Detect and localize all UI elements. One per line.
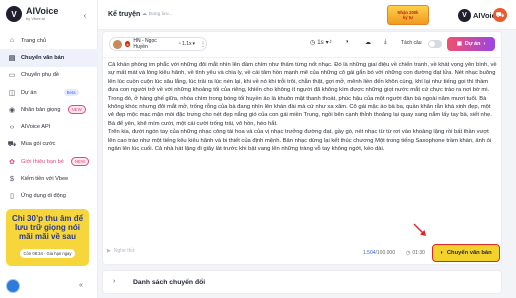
gift-banner[interactable]: Nhận 200k ký tự — [387, 5, 429, 25]
promo-title: Chỉ 30’p thu âm để lưu trữ giọng nói mãi… — [11, 214, 84, 242]
pause-value: 1s — [317, 39, 324, 46]
sidebar-nav: ⌂ Trang chủ ▤ Chuyển văn bản ▭ Chuyển ph… — [0, 32, 98, 205]
sidebar-item-label: Trang chủ — [21, 37, 46, 44]
sidebar-item-earn[interactable]: $ Kiếm tiền với Vbee — [0, 170, 98, 187]
listen-label: Nghe thử — [113, 248, 135, 254]
page-title: Kể truyện — [108, 11, 141, 18]
gift-icon: ✿ — [9, 158, 15, 166]
sidebar-item-voice-clone[interactable]: ◉ Nhân bản giọng NEW — [0, 101, 98, 118]
money-icon: $ — [10, 175, 14, 183]
collapse-sidebar-icon[interactable]: « — [79, 282, 83, 289]
aivoice-logo-icon: V — [458, 9, 471, 22]
topbar: Kể truyện ☁ Đang lưu... Nhận 200k ký tự … — [98, 0, 516, 30]
duration: ◷ 01:30 — [406, 250, 425, 256]
editor-content[interactable]: Cả khán phòng im phắc với những đôi mắt … — [108, 61, 498, 153]
play-icon: ▶ — [107, 248, 111, 254]
new-badge: NEW — [70, 157, 90, 167]
brand-subtitle: by Vbee.ai — [26, 16, 45, 21]
chevron-right-icon: › — [483, 41, 486, 47]
gift-banner-line2: ký tự — [402, 15, 414, 20]
clock-icon: ◷ — [406, 250, 411, 256]
history-title: Danh sách chuyển đổi — [133, 279, 206, 286]
duration-value: 01:30 — [412, 250, 425, 256]
aivoice-logo-icon: V — [6, 6, 22, 22]
speed-value: 1.1x — [182, 41, 192, 47]
sidebar-item-referral[interactable]: ✿ Giới thiệu bạn bè NEW — [0, 153, 98, 170]
project-button[interactable]: ▣ Dự án › — [447, 37, 495, 51]
sidebar: V AIVoice by Vbee.ai ‹ ⌂ Trang chủ ▤ Chu… — [0, 0, 98, 298]
api-icon: ‹› — [9, 123, 15, 131]
sidebar-item-project[interactable]: ◫ Dự án Beta — [0, 84, 98, 101]
sound-effect-icon[interactable]: ♪ — [329, 39, 332, 45]
editor-footer: ▶ Nghe thử 1.504/100.000 ◷ 01:30 ◐ Chuyể… — [103, 242, 501, 264]
paragraph: Cả khán phòng im phắc với những đôi mắt … — [108, 62, 497, 94]
contrast-icon[interactable]: ◑ — [345, 39, 349, 45]
brand-name: AIVoice — [26, 6, 59, 16]
voice-clone-icon: ◉ — [8, 106, 16, 114]
split-sentence-toggle[interactable] — [428, 40, 442, 48]
convert-button-label: Chuyển văn bản — [446, 250, 492, 256]
listen-button[interactable]: ▶ Nghe thử — [107, 248, 135, 254]
vietnam-flag-icon: ★ — [124, 41, 131, 47]
speed-icon: ◔ — [178, 41, 182, 47]
sidebar-item-label: Ứng dụng di động — [21, 193, 66, 200]
character-count: 1.504/100.000 — [363, 250, 395, 256]
project-button-label: Dự án — [464, 41, 481, 47]
paragraph: Trong đó, ở hàng ghế giữa, nhòa chìm tro… — [108, 95, 492, 127]
sidebar-item-label: Chuyển văn bản — [21, 54, 65, 61]
subtitle-icon: ▭ — [8, 72, 16, 80]
conversion-history[interactable]: › Danh sách chuyển đổi — [102, 270, 502, 294]
brand-logo[interactable]: V AIVoice by Vbee.ai — [6, 6, 58, 22]
voice-clone-promo[interactable]: Chỉ 30’p thu âm để lưu trữ giọng nói mãi… — [6, 209, 89, 266]
promo-renew-button[interactable]: Còn 08:34 - Gia hạn ngay — [19, 248, 76, 258]
collapse-icon[interactable]: ‹ — [79, 9, 91, 21]
paragraph: Trên kia, dưới ngón tay của những nhạc c… — [108, 129, 492, 153]
text-to-speech-icon: ▤ — [8, 54, 16, 62]
editor-toolbar: ★ HN - Ngọc Huyền ◔ 1.1x ▾ ⋮ ◷ 1s ▾ ♪ ◑ … — [103, 32, 501, 58]
sidebar-item-label: Chuyển phụ đề — [21, 72, 59, 79]
sidebar-item-text-to-speech[interactable]: ▤ Chuyển văn bản — [0, 49, 98, 67]
save-status: ☁ Đang lưu... — [142, 12, 173, 17]
text-editor: ★ HN - Ngọc Huyền ◔ 1.1x ▾ ⋮ ◷ 1s ▾ ♪ ◑ … — [102, 31, 502, 265]
voice-name: HN - Ngọc Huyền — [133, 38, 157, 50]
pause-selector[interactable]: ◷ 1s ▾ — [310, 39, 329, 47]
sidebar-item-label: Giới thiệu bạn bè — [21, 158, 64, 165]
chars-total: /100.000 — [375, 250, 395, 256]
save-status-text: Đang lưu... — [148, 12, 173, 17]
sidebar-item-label: Mua gói cước — [21, 141, 56, 148]
chars-used: 1.504 — [363, 250, 376, 256]
download-icon[interactable]: ⤓ — [384, 39, 387, 46]
pointer-arrow-icon — [413, 223, 426, 236]
sidebar-item-api[interactable]: ‹› AIVoice API — [0, 118, 98, 135]
project-icon: ◫ — [8, 89, 16, 97]
folder-icon: ▣ — [456, 41, 462, 47]
beta-badge: Beta — [63, 89, 79, 97]
sidebar-item-subtitle[interactable]: ▭ Chuyển phụ đề — [0, 67, 98, 84]
sidebar-item-label: Nhân bản giọng — [21, 106, 61, 113]
mobile-icon: ▯ — [10, 193, 14, 201]
new-badge: NEW — [67, 105, 86, 115]
sidebar-item-label: Kiếm tiền với Vbee — [21, 176, 69, 183]
voice-avatar — [113, 39, 122, 49]
cart-icon: ⛟ — [7, 140, 17, 148]
speed-selector[interactable]: ◔ 1.1x ▾ — [178, 41, 195, 47]
chevron-down-icon: ▾ — [192, 41, 195, 47]
sidebar-item-mobile-app[interactable]: ▯ Ứng dụng di động — [0, 188, 98, 205]
convert-icon: ◐ — [440, 250, 444, 256]
upload-icon[interactable]: ☁ — [365, 39, 371, 46]
chevron-right-icon: › — [113, 278, 116, 285]
more-options-icon[interactable]: ⋮ — [200, 41, 206, 48]
sidebar-item-label: Dự án — [21, 89, 37, 96]
home-icon: ⌂ — [9, 37, 15, 45]
convert-button[interactable]: ◐ Chuyển văn bản — [432, 244, 500, 262]
cloud-sync-icon: ☁ — [142, 12, 147, 17]
sidebar-item-label: AIVoice API — [21, 124, 51, 131]
cart-icon[interactable]: ⛟ — [493, 8, 507, 22]
voice-selector[interactable]: ★ HN - Ngọc Huyền ◔ 1.1x ▾ ⋮ — [109, 37, 207, 51]
sidebar-item-buy-plan[interactable]: ⛟ Mua gói cước — [0, 136, 98, 153]
sidebar-item-home[interactable]: ⌂ Trang chủ — [0, 32, 98, 49]
clock-icon: ◷ — [310, 40, 316, 46]
split-sentence-label: Tách câu — [401, 40, 422, 46]
avatar[interactable] — [6, 279, 20, 293]
